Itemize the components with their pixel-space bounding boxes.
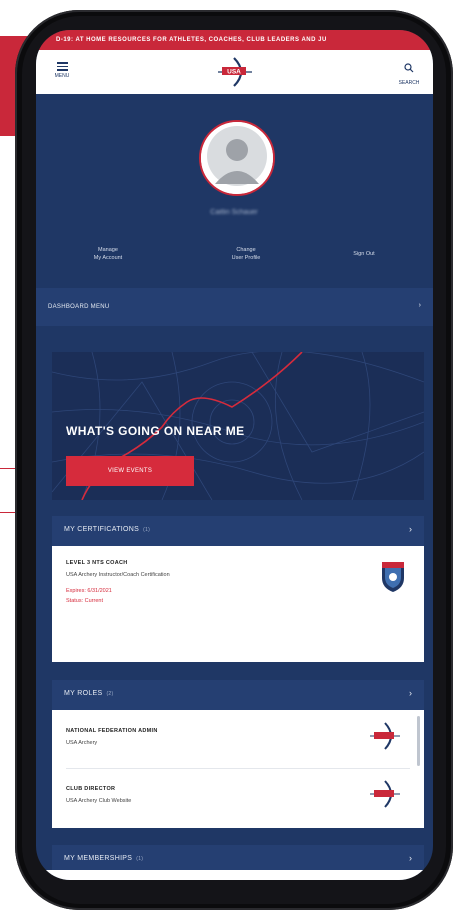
menu-button[interactable]: MENU [50,60,74,79]
role-title: CLUB DIRECTOR [66,786,116,792]
ticker-text: D-19: AT HOME RESOURCES FOR ATHLETES, CO… [56,37,327,43]
certifications-label: MY CERTIFICATIONS [64,526,140,533]
roles-label-wrap: MY ROLES (2) [64,690,113,697]
memberships-label: MY MEMBERSHIPS [64,855,133,862]
usa-archery-logo-icon [370,722,400,750]
user-name: Caitlin Schauer [210,209,258,216]
search-icon [404,63,414,73]
coach-badge-icon [382,562,404,592]
roles-count: (2) [106,691,114,697]
certifications-card: LEVEL 3 NTS COACH USA Archery Instructor… [52,546,424,662]
dashboard-menu-bar[interactable]: DASHBOARD MENU › [36,288,433,326]
role-item[interactable]: CLUB DIRECTOR USA Archery Club Website [52,768,424,826]
memberships-count: (1) [136,856,144,862]
role-item[interactable]: NATIONAL FEDERATION ADMIN USA Archery [52,710,424,768]
change-profile-link[interactable]: Change User Profile [206,246,286,262]
certifications-count: (1) [143,527,151,533]
certifications-header[interactable]: MY CERTIFICATIONS (1) › [52,516,424,546]
roles-scrollbar[interactable] [417,716,420,766]
near-me-map-card: WHAT'S GOING ON NEAR ME VIEW EVENTS [52,352,424,500]
search-label: SEARCH [398,80,420,86]
roles-header[interactable]: MY ROLES (2) › [52,680,424,710]
search-button[interactable]: SEARCH [397,60,421,86]
chevron-right-icon: › [418,302,421,309]
role-organization: USA Archery Club Website [66,798,132,804]
logo-text: USA [227,69,241,76]
menu-label: MENU [54,72,70,79]
profile-section: Caitlin Schauer Manage My Account Change… [36,94,433,294]
user-avatar-icon[interactable] [199,120,275,196]
chevron-right-icon: › [409,688,412,698]
sign-out-label: Sign Out [353,251,375,257]
certification-status: Status: Current [66,598,103,604]
usa-archery-logo-icon [370,780,400,808]
manage-account-link[interactable]: Manage My Account [68,246,148,262]
role-title: NATIONAL FEDERATION ADMIN [66,728,158,734]
top-navigation-bar: MENU USA SEARCH [36,50,433,94]
manage-account-line1: Manage [98,247,118,253]
bottom-content-edge [36,870,433,880]
change-profile-line1: Change [236,247,256,253]
certification-expiry: Expires: 6/31/2021 [66,588,112,594]
certification-subtitle: USA Archery Instructor/Coach Certificati… [66,572,170,578]
usa-archery-logo[interactable]: USA [214,56,258,88]
view-events-button[interactable]: VIEW EVENTS [66,456,194,486]
dashboard-menu-label: DASHBOARD MENU [48,304,110,310]
chevron-right-icon: › [409,853,412,863]
memberships-label-wrap: MY MEMBERSHIPS (1) [64,855,143,862]
hamburger-icon [56,62,68,71]
roles-label: MY ROLES [64,690,103,697]
roles-card: NATIONAL FEDERATION ADMIN USA Archery CL… [52,710,424,828]
chevron-right-icon: › [409,524,412,534]
near-me-title: WHAT'S GOING ON NEAR ME [66,424,245,438]
certification-title: LEVEL 3 NTS COACH [66,560,128,566]
manage-account-line2: My Account [93,255,123,261]
sign-out-link[interactable]: Sign Out [324,250,404,258]
news-ticker[interactable]: D-19: AT HOME RESOURCES FOR ATHLETES, CO… [36,30,433,50]
change-profile-line2: User Profile [231,255,261,261]
phone-screen: D-19: AT HOME RESOURCES FOR ATHLETES, CO… [36,30,433,880]
role-organization: USA Archery [66,740,98,746]
certifications-label-wrap: MY CERTIFICATIONS (1) [64,526,150,533]
